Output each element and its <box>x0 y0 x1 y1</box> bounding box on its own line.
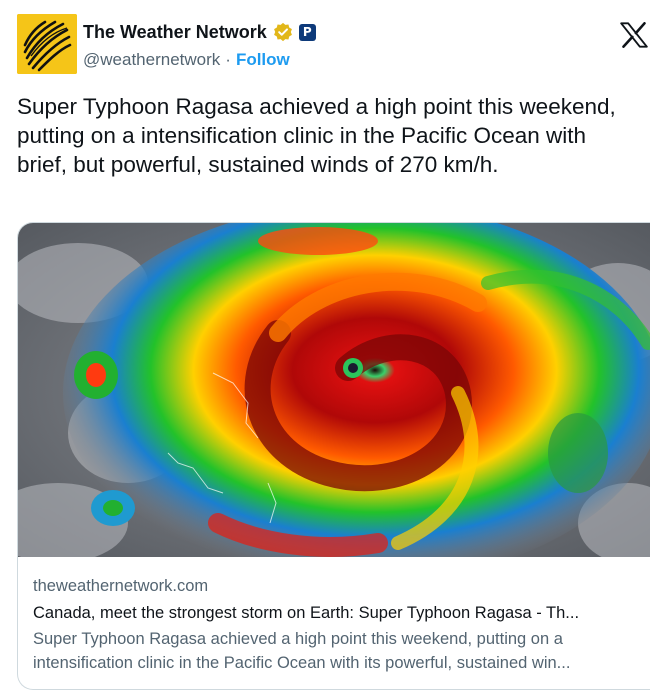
handle-row: @weathernetwork · Follow <box>83 50 290 70</box>
card-domain: theweathernetwork.com <box>33 577 209 595</box>
name-row: The Weather Network P <box>83 20 316 44</box>
follow-button[interactable]: Follow <box>236 50 290 70</box>
link-preview-card[interactable]: theweathernetwork.com Canada, meet the s… <box>17 222 650 690</box>
x-logo-icon[interactable] <box>620 22 648 48</box>
weather-network-globe-icon <box>17 14 77 74</box>
verified-badge-icon <box>273 22 292 42</box>
account-handle[interactable]: @weathernetwork <box>83 50 220 70</box>
display-name[interactable]: The Weather Network <box>83 22 267 43</box>
card-title[interactable]: Canada, meet the strongest storm on Eart… <box>33 601 648 625</box>
embedded-tweet: The Weather Network P @weathernetwork · … <box>0 0 650 690</box>
typhoon-satellite-image <box>18 223 650 557</box>
card-description: Super Typhoon Ragasa achieved a high poi… <box>33 630 571 672</box>
tweet-text: Super Typhoon Ragasa achieved a high poi… <box>17 94 616 177</box>
separator-dot: · <box>225 50 231 69</box>
affiliate-badge-icon: P <box>298 23 316 41</box>
account-avatar[interactable] <box>17 14 77 74</box>
card-meta: theweathernetwork.com Canada, meet the s… <box>33 575 648 675</box>
